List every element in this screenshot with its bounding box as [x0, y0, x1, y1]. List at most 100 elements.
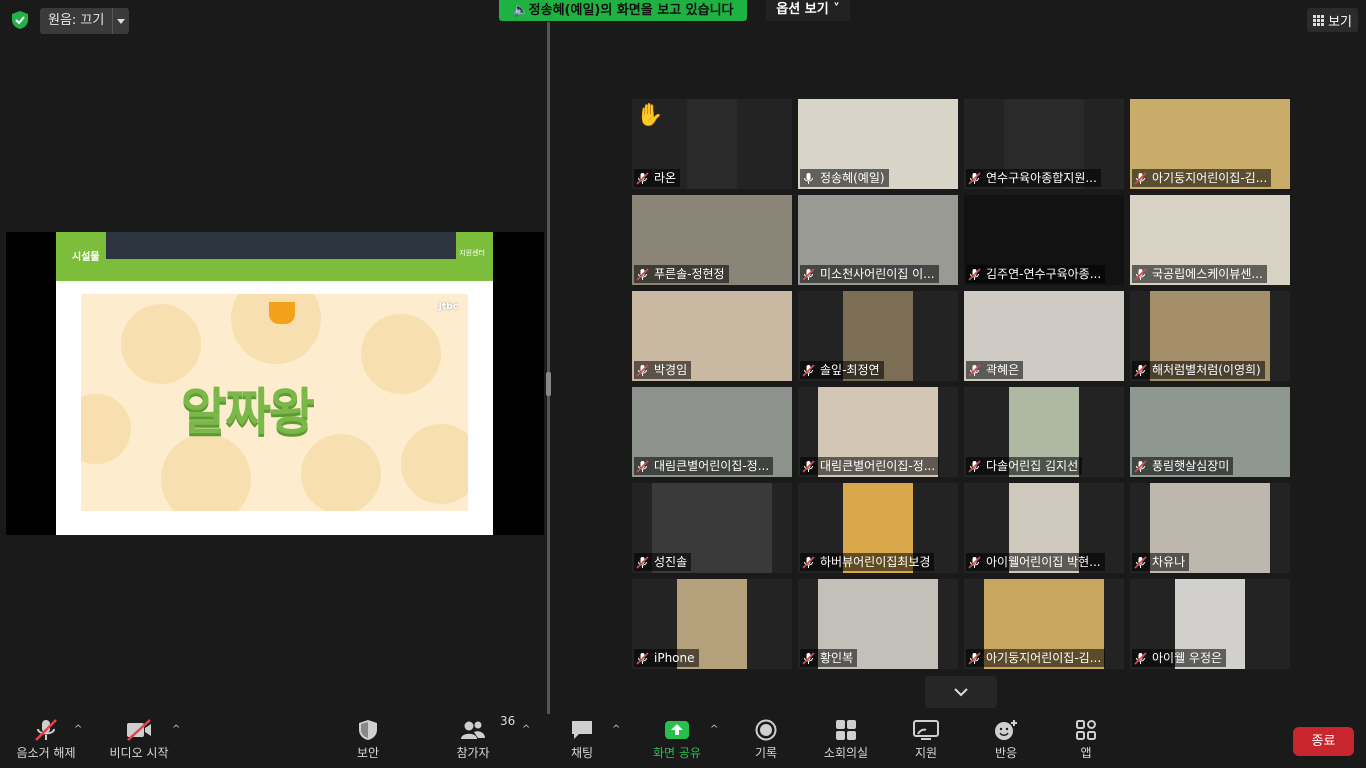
view-options-button[interactable]: 옵션 보기 ˅ — [766, 0, 850, 21]
chat-options-caret[interactable]: ^ — [612, 724, 620, 735]
participant-tile[interactable]: 연수구육아종합지원... — [964, 99, 1124, 189]
microphone-muted-icon — [968, 171, 981, 185]
decor-circle — [81, 394, 131, 464]
participant-tile[interactable]: 정송혜(예일) — [798, 99, 958, 189]
participant-name: 대림큰별어린이집-정... — [654, 459, 770, 473]
participant-name-tag: 해처럼별처럼(이영희) — [1132, 361, 1265, 379]
participant-tile[interactable]: 다솔어린집 김지선 — [964, 387, 1124, 477]
microphone-muted-icon — [636, 171, 649, 185]
participant-name-tag: 풍림햇살심장미 — [1132, 457, 1234, 475]
apps-button[interactable]: 앱 — [1066, 714, 1106, 768]
view-options-label: 옵션 보기 — [776, 2, 829, 17]
original-sound-toggle[interactable]: 원음: 끄기 — [40, 8, 130, 34]
microphone-muted-icon — [35, 719, 57, 741]
participant-name-tag: iPhone — [634, 649, 699, 667]
reactions-button[interactable]: 반응 — [986, 714, 1026, 768]
participant-tile[interactable]: 대림큰별어린이집-정... — [798, 387, 958, 477]
share-screen-button[interactable]: 화면 공유 — [646, 714, 708, 768]
participant-name-tag: 정송혜(예일) — [800, 169, 889, 187]
microphone-muted-icon — [968, 459, 981, 473]
microphone-muted-icon — [802, 555, 815, 569]
participant-tile[interactable]: 차유나 — [1130, 483, 1290, 573]
video-options-caret[interactable]: ^ — [172, 724, 180, 735]
participant-tile[interactable]: 해처럼별처럼(이영희) — [1130, 291, 1290, 381]
participant-name-tag: 대림큰별어린이집-정... — [634, 457, 774, 475]
decor-circle — [361, 314, 441, 394]
original-sound-dropdown[interactable] — [112, 8, 129, 34]
participant-name: 라온 — [654, 171, 677, 185]
video-off-icon — [127, 719, 151, 741]
breakout-rooms-button[interactable]: 소회의실 — [818, 714, 874, 768]
apps-icon — [1076, 720, 1096, 740]
split-divider[interactable] — [547, 22, 550, 714]
split-divider-handle[interactable] — [546, 372, 551, 396]
support-label: 지원 — [914, 746, 938, 760]
participant-name-tag: 아이웰 우정은 — [1132, 649, 1227, 667]
participant-name-tag: 하버뷰어린이집최보경 — [800, 553, 935, 571]
microphone-muted-icon — [636, 267, 649, 281]
participants-button[interactable]: 36 참가자 — [448, 714, 515, 768]
participant-name: 김주연-연수구육아종... — [986, 267, 1102, 281]
microphone-muted-icon — [636, 459, 649, 473]
microphone-muted-icon — [968, 267, 981, 281]
end-meeting-button[interactable]: 종료 — [1293, 727, 1354, 756]
participant-tile[interactable]: 아이웰어린이집 박현... — [964, 483, 1124, 573]
security-shield-icon[interactable] — [10, 10, 30, 30]
audio-options-caret[interactable]: ^ — [74, 724, 82, 735]
support-button[interactable]: 지원 — [906, 714, 946, 768]
apps-label: 앱 — [1080, 746, 1092, 760]
decor-circle — [161, 434, 251, 511]
original-sound-label[interactable]: 원음: 끄기 — [40, 8, 112, 34]
participants-count: 36 — [500, 714, 516, 728]
chat-button[interactable]: 채팅 — [562, 714, 602, 768]
slide-content: Jtbc 알짜왕 — [81, 294, 468, 511]
participant-tile[interactable]: 풍림햇살심장미 — [1130, 387, 1290, 477]
share-options-caret[interactable]: ^ — [710, 724, 718, 735]
participant-tile[interactable]: 성진솔 — [632, 483, 792, 573]
record-button[interactable]: 기록 — [746, 714, 786, 768]
microphone-icon — [804, 172, 813, 184]
start-video-button[interactable]: 비디오 시작 — [104, 714, 174, 768]
participant-tile[interactable]: iPhone — [632, 579, 792, 669]
participant-name: 황인복 — [820, 651, 854, 665]
participant-tile[interactable]: 국공립에스케이뷰센... — [1130, 195, 1290, 285]
participant-video — [687, 99, 737, 189]
participant-name-tag: 아기둥지어린이집-김... — [1132, 169, 1272, 187]
participant-tile[interactable]: 솔잎-최정연 — [798, 291, 958, 381]
participant-tile[interactable]: 하버뷰어린이집최보경 — [798, 483, 958, 573]
participants-options-caret[interactable]: ^ — [522, 724, 530, 735]
participant-tile[interactable]: 박경임 — [632, 291, 792, 381]
participant-tile[interactable]: ✋ 라온 — [632, 99, 792, 189]
participant-tile[interactable]: 미소천사어린이집 이... — [798, 195, 958, 285]
share-screen-label: 화면 공유 — [653, 746, 701, 760]
participant-tile[interactable]: 아기둥지어린이집-김... — [964, 579, 1124, 669]
participant-tile[interactable]: 황인복 — [798, 579, 958, 669]
gallery-next-page-button[interactable] — [925, 676, 997, 708]
participant-name: 푸른솔-정현정 — [654, 267, 725, 281]
decor-circle — [301, 434, 381, 511]
participant-tile[interactable]: 아기둥지어린이집-김... — [1130, 99, 1290, 189]
participant-name: iPhone — [654, 651, 695, 665]
security-button[interactable]: 보안 — [348, 714, 388, 768]
microphone-muted-icon — [636, 363, 649, 377]
participant-tile[interactable]: 아이웰 우정은 — [1130, 579, 1290, 669]
participant-tile[interactable]: 김주연-연수구육아종... — [964, 195, 1124, 285]
participant-name: 차유나 — [1152, 555, 1186, 569]
share-screen-icon — [665, 721, 689, 739]
decor-circle — [401, 424, 468, 504]
participant-tile[interactable]: 푸른솔-정현정 — [632, 195, 792, 285]
participant-name-tag: 대림큰별어린이집-정... — [800, 457, 940, 475]
participant-name-tag: 연수구육아종합지원... — [966, 169, 1101, 187]
participant-tile[interactable]: 곽혜은 — [964, 291, 1124, 381]
caret-down-icon — [117, 18, 126, 24]
microphone-muted-icon — [636, 555, 649, 569]
participant-name: 다솔어린집 김지선 — [986, 459, 1079, 473]
participant-tile[interactable]: 대림큰별어린이집-정... — [632, 387, 792, 477]
unmute-button[interactable]: 음소거 해제 — [12, 714, 80, 768]
participant-name-tag: 라온 — [634, 169, 681, 187]
view-layout-button[interactable]: 보기 — [1307, 8, 1358, 32]
participant-name: 박경임 — [654, 363, 688, 377]
participant-name: 연수구육아종합지원... — [986, 171, 1097, 185]
participant-name-tag: 황인복 — [800, 649, 858, 667]
participant-name-tag: 솔잎-최정연 — [800, 361, 884, 379]
